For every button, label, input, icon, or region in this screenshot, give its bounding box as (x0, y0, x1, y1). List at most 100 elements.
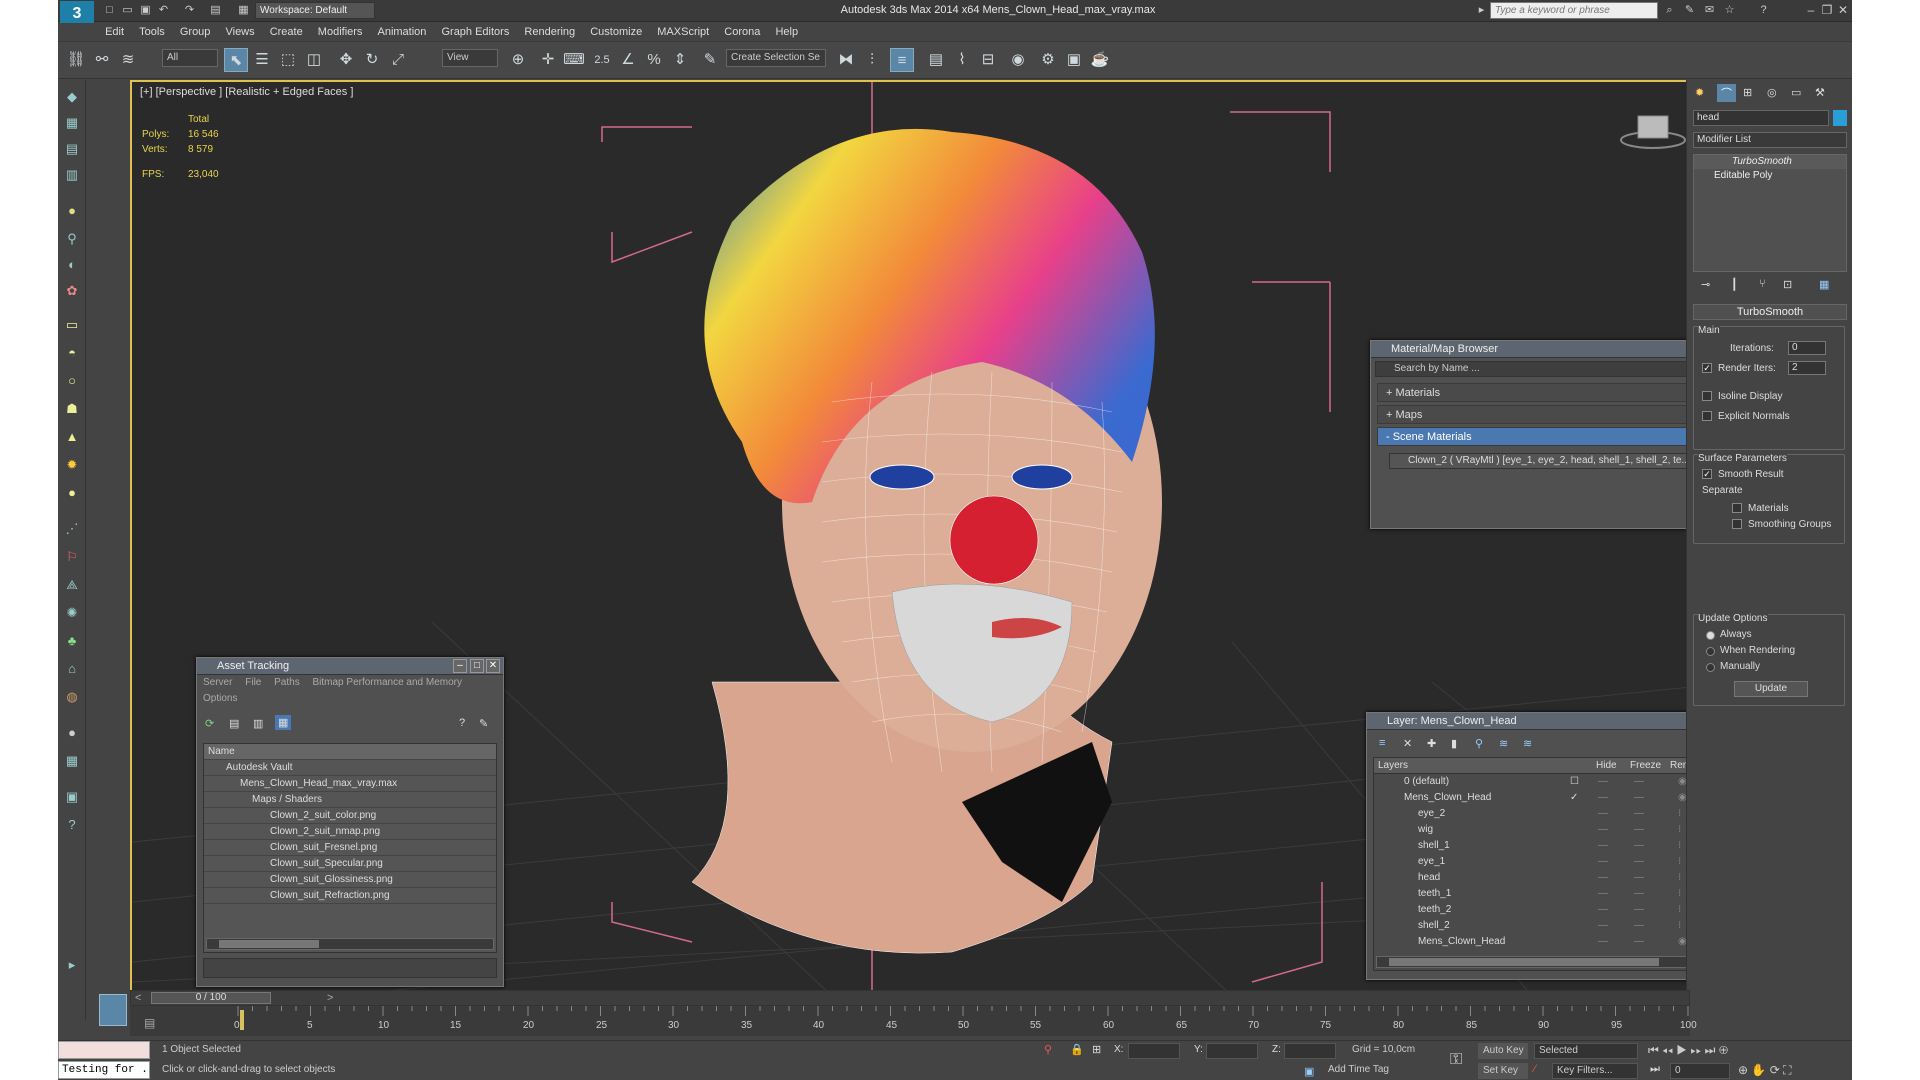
strip-tool-icon[interactable]: ⋰ (63, 520, 81, 538)
isoline-checkbox[interactable] (1702, 391, 1712, 401)
maps-group[interactable]: + Maps (1377, 405, 1731, 424)
edit-named-selection-icon[interactable]: ✎ (698, 48, 722, 72)
reference-coordinate-dropdown[interactable]: View (442, 49, 498, 67)
list-item[interactable]: Maps / Shaders (204, 792, 496, 808)
lock-selection-icon[interactable]: 🔒 (1070, 1043, 1084, 1056)
turbosmooth-rollout-title[interactable]: TurboSmooth (1693, 304, 1847, 320)
layer-manager-icon[interactable]: ≡ (890, 48, 914, 72)
restore-icon[interactable]: □ (470, 659, 484, 673)
utilities-tab-icon[interactable]: ⚒ (1815, 86, 1825, 99)
asset-menu-paths[interactable]: Paths (274, 677, 300, 688)
table-row[interactable]: shell_2— — ⁝ (1374, 918, 1732, 934)
strip-tool-icon[interactable]: ◐ (63, 256, 81, 274)
scene-materials-group[interactable]: - Scene Materials (1377, 427, 1731, 446)
help-icon[interactable]: ? (459, 717, 465, 729)
help-icon[interactable]: ? (1756, 3, 1771, 17)
smoothing-groups-checkbox[interactable] (1732, 519, 1742, 529)
strip-tool-icon[interactable]: ✿ (63, 282, 81, 300)
table-row[interactable]: teeth_1— — ⁝ (1374, 886, 1732, 902)
asset-menu-bitmap[interactable]: Bitmap Performance and Memory (313, 677, 463, 688)
hide-all-icon[interactable]: ≋ (1499, 737, 1508, 750)
configure-sets-icon[interactable]: ▦ (1819, 278, 1829, 291)
viewport-nav-icon[interactable]: ⊕ (1719, 1043, 1728, 1057)
move-icon[interactable]: ✥ (334, 48, 358, 72)
strip-tool-icon[interactable]: ▲ (63, 428, 81, 446)
asset-tracking-title[interactable]: Asset Tracking – □ ✕ (197, 658, 503, 675)
open-file-icon[interactable]: ▭ (120, 3, 135, 17)
table-row[interactable]: shell_1— — ⁝ (1374, 838, 1732, 854)
render-iters-spinner[interactable]: 2 (1788, 361, 1826, 375)
search-input[interactable]: Type a keyword or phrase (1490, 2, 1658, 19)
time-tag-icon[interactable]: ▣ (1304, 1065, 1314, 1078)
menu-animation[interactable]: Animation (371, 23, 432, 41)
smooth-result-checkbox[interactable]: ✓ (1702, 469, 1712, 479)
display-tab-icon[interactable]: ▭ (1791, 86, 1801, 99)
strip-tool-icon[interactable]: ◓ (63, 344, 81, 362)
schematic-view-icon[interactable]: ⊟ (976, 48, 1000, 72)
select-manipulate-icon[interactable]: ✛ (536, 48, 560, 72)
menu-rendering[interactable]: Rendering (518, 23, 581, 41)
orbit-icon[interactable]: ⟳ (1770, 1063, 1780, 1077)
curve-editor-icon[interactable]: ⌇ (950, 48, 974, 72)
stack-item-editable-poly[interactable]: Editable Poly (1694, 169, 1846, 183)
new-file-icon[interactable]: □ (102, 3, 117, 17)
table-row[interactable]: wig — — ⁝ (1374, 822, 1732, 838)
hierarchy-tab-icon[interactable]: ⊞ (1743, 86, 1752, 99)
list-item[interactable]: Clown_suit_Refraction.png (204, 888, 496, 904)
workspace-dropdown[interactable]: Workspace: Default (255, 2, 375, 19)
communication-icon[interactable]: ✉ (1702, 3, 1717, 17)
list-item[interactable]: Clown_2_suit_color.png (204, 808, 496, 824)
window-crossing-icon[interactable]: ◫ (302, 48, 326, 72)
timeline-track[interactable]: 0 5 10 15 20 25 30 35 40 45 50 55 60 65 … (130, 1006, 1697, 1036)
prev-key-icon[interactable]: ◂◂ (1662, 1043, 1673, 1057)
save-file-icon[interactable]: ▣ (138, 3, 153, 17)
rendered-frame-icon[interactable]: ▣ (1062, 48, 1086, 72)
strip-tool-icon[interactable]: ▭ (63, 316, 81, 334)
scene-explorer-icon[interactable]: ▤ (924, 48, 948, 72)
mini-curve-editor-toggle[interactable] (99, 994, 127, 1026)
strip-tool-icon[interactable]: ○ (63, 372, 81, 390)
viewport-label[interactable]: [+] [Perspective ] [Realistic + Edged Fa… (140, 86, 353, 98)
menu-modifiers[interactable]: Modifiers (312, 23, 369, 41)
strip-tool-icon[interactable]: ▦ (63, 114, 81, 132)
key-mode-toggle-icon[interactable]: ⏭ (1650, 1063, 1660, 1076)
set-key-button[interactable]: Set Key (1478, 1063, 1528, 1079)
align-icon[interactable]: ⫶ (860, 48, 884, 72)
explicit-normals-checkbox[interactable] (1702, 411, 1712, 421)
asset-path-field[interactable] (203, 958, 497, 978)
pan-icon[interactable]: ✋ (1751, 1063, 1766, 1077)
menu-customize[interactable]: Customize (584, 23, 648, 41)
go-to-end-icon[interactable]: ⏭ (1705, 1043, 1716, 1057)
menu-help[interactable]: Help (769, 23, 804, 41)
z-coordinate-field[interactable] (1284, 1043, 1336, 1059)
menu-maxscript[interactable]: MAXScript (651, 23, 715, 41)
modifier-list-dropdown[interactable]: Modifier List (1693, 132, 1847, 148)
link-icon[interactable]: ⛓ (64, 48, 88, 72)
undo-icon[interactable]: ↶ (156, 3, 171, 17)
material-search-input[interactable]: Search by Name ... (1375, 361, 1733, 377)
table-row[interactable]: eye_1— — ⁝ (1374, 854, 1732, 870)
strip-tool-icon[interactable]: ◍ (63, 688, 81, 706)
object-name-field[interactable]: head (1693, 110, 1829, 126)
expand-arrow-icon[interactable]: ▸ (63, 956, 81, 974)
scale-icon[interactable]: ⤢ (386, 48, 410, 72)
help-icon[interactable]: ? (63, 816, 81, 834)
minimize-icon[interactable]: – (453, 659, 467, 673)
list-view-icon[interactable]: ▤ (229, 717, 239, 730)
table-row[interactable]: Mens_Clown_Head ✓ — — ◉ (1374, 790, 1732, 806)
list-item[interactable]: Clown_suit_Specular.png (204, 856, 496, 872)
select-object-icon[interactable]: ⬉ (224, 48, 248, 72)
list-item[interactable]: Mens_Clown_Head_max_vray.max (204, 776, 496, 792)
horizontal-scrollbar[interactable] (1376, 956, 1728, 968)
list-item[interactable]: Clown_suit_Fresnel.png (204, 840, 496, 856)
strip-tool-icon[interactable]: ◆ (63, 88, 81, 106)
plant-icon[interactable]: ♣ (63, 632, 81, 650)
bind-space-warp-icon[interactable]: ≋ (116, 48, 140, 72)
maximize-viewport-icon[interactable]: ⛶ (1783, 1063, 1791, 1077)
spinner-snap-icon[interactable]: ⇕ (668, 48, 692, 72)
prev-frame-icon[interactable]: < (135, 992, 141, 1004)
make-unique-icon[interactable]: ⑂ (1759, 278, 1766, 290)
motion-tab-icon[interactable]: ◎ (1767, 86, 1777, 99)
project-folder-icon[interactable]: ▦ (236, 3, 251, 17)
scene-material-item[interactable]: Clown_2 ( VRayMtl ) [eye_1, eye_2, head,… (1389, 453, 1723, 469)
